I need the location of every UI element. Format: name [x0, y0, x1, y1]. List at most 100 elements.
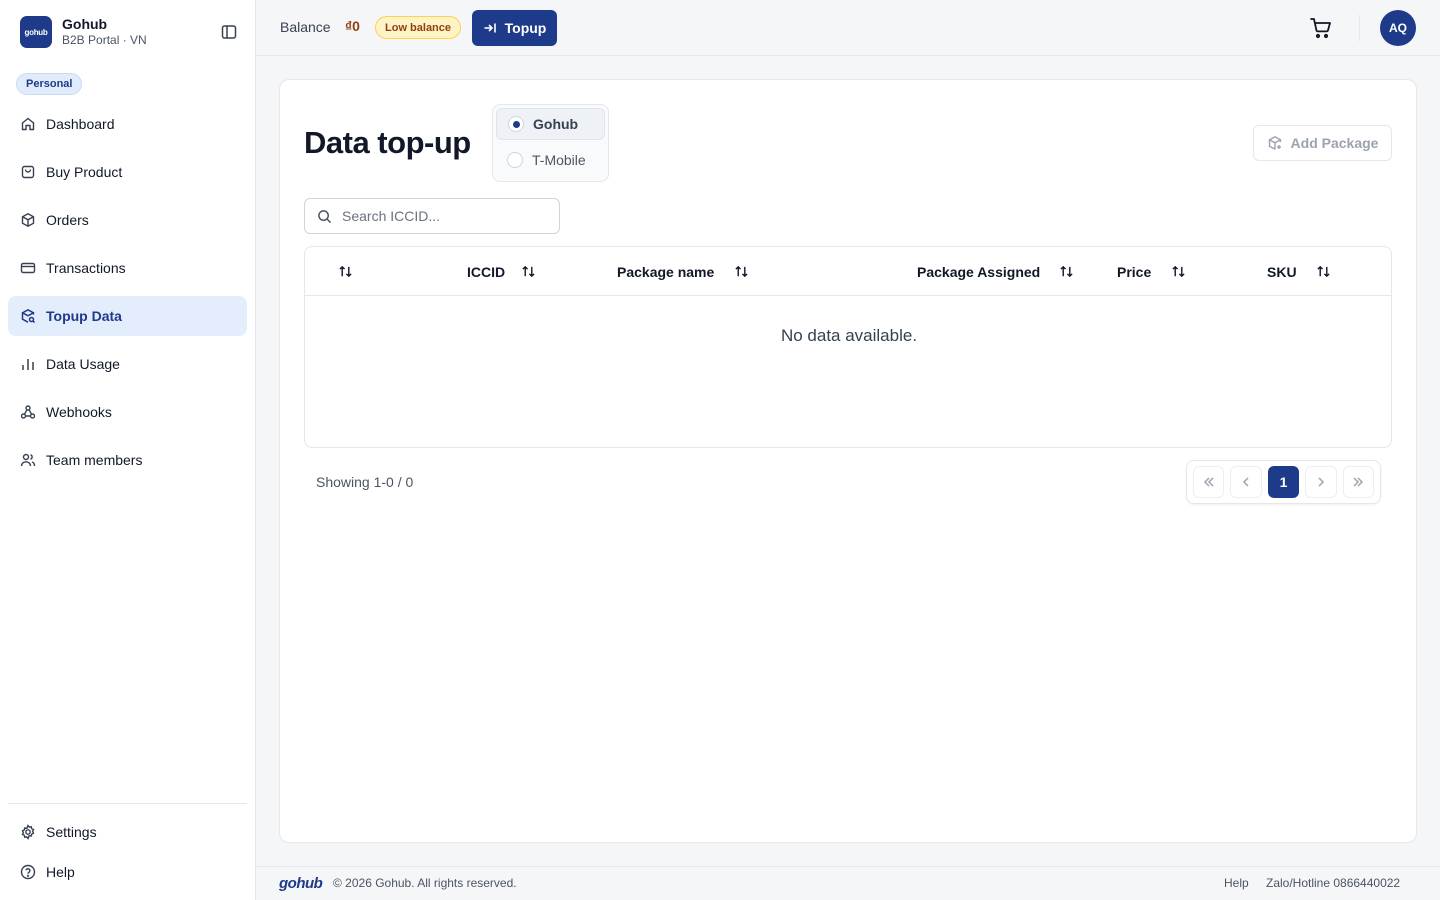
- sidebar-item-buy-product[interactable]: Buy Product: [8, 152, 247, 192]
- column-header-label: Package name: [617, 263, 715, 280]
- column-header-select: [336, 247, 354, 296]
- balance-amount: ₫0: [345, 18, 360, 34]
- sidebar-item-orders[interactable]: Orders: [8, 200, 247, 240]
- sidebar-item-topup-data[interactable]: Topup Data: [8, 296, 247, 336]
- column-header-label: ICCID: [467, 263, 506, 280]
- low-balance-badge: Low balance: [375, 16, 462, 39]
- provider-radio-group: Gohub T-Mobile: [492, 104, 609, 182]
- sidebar-item-dashboard[interactable]: Dashboard: [8, 104, 247, 144]
- page-title: Data top-up: [304, 125, 471, 160]
- pagination: 1: [1186, 460, 1381, 504]
- column-header-sku: SKU: [1267, 247, 1333, 296]
- sort-icon[interactable]: [732, 263, 750, 281]
- avatar[interactable]: AQ: [1380, 10, 1416, 46]
- search-input[interactable]: [342, 208, 542, 224]
- radio-button: [508, 116, 524, 132]
- column-header-label: Package Assigned: [917, 263, 1041, 280]
- sidebar: gohub Gohub B2B Portal · VN Personal Das…: [0, 0, 256, 900]
- column-header-price: Price: [1117, 247, 1187, 296]
- brand-logo: gohub: [20, 16, 52, 48]
- sort-icon[interactable]: [1315, 263, 1333, 281]
- column-header-label: Price: [1117, 263, 1152, 280]
- sidebar-toggle-icon[interactable]: [218, 21, 240, 43]
- sidebar-item-data-usage[interactable]: Data Usage: [8, 344, 247, 384]
- table-header: ICCID Package name Package Assigned Pric…: [305, 247, 1391, 296]
- sort-icon[interactable]: [1169, 263, 1187, 281]
- provider-option-label: Gohub: [533, 116, 579, 132]
- gear-icon: [20, 824, 36, 840]
- sort-icon[interactable]: [519, 263, 537, 281]
- radio-button: [507, 152, 523, 168]
- sidebar-item-label: Team members: [46, 452, 143, 468]
- shopping-bag-icon: [20, 164, 36, 180]
- sidebar-item-label: Data Usage: [46, 356, 120, 372]
- brand-name: Gohub: [62, 16, 108, 32]
- brand[interactable]: gohub Gohub B2B Portal · VN: [20, 16, 147, 48]
- sidebar-item-label: Settings: [46, 824, 97, 840]
- sidebar-item-label: Dashboard: [46, 116, 115, 132]
- topbar-divider: [1359, 15, 1360, 41]
- bar-chart-icon: [20, 356, 36, 372]
- column-header-label: SKU: [1267, 263, 1297, 280]
- previous-page-button[interactable]: [1230, 466, 1262, 498]
- search-field[interactable]: [304, 198, 560, 234]
- sidebar-item-team-members[interactable]: Team members: [8, 440, 247, 480]
- next-page-button[interactable]: [1305, 466, 1337, 498]
- footer-help-link[interactable]: Help: [1224, 876, 1249, 890]
- main-card: Data top-up Gohub T-Mobile Add Package I…: [279, 79, 1417, 843]
- help-circle-icon: [20, 864, 36, 880]
- sidebar-nav: Dashboard Buy Product Orders Transaction…: [8, 104, 247, 488]
- chevron-left-icon: [1243, 477, 1249, 487]
- footer-hotline: Zalo/Hotline 0866440022: [1266, 876, 1401, 890]
- topup-button[interactable]: Topup: [472, 10, 557, 46]
- page-button-current[interactable]: 1: [1267, 466, 1300, 498]
- sort-icon[interactable]: [1057, 263, 1075, 281]
- sidebar-item-transactions[interactable]: Transactions: [8, 248, 247, 288]
- sidebar-item-settings[interactable]: Settings: [8, 812, 247, 852]
- package-icon: [20, 212, 36, 228]
- provider-option-gohub[interactable]: Gohub: [496, 108, 605, 140]
- brand-text: Gohub B2B Portal · VN: [62, 16, 147, 48]
- users-icon: [20, 452, 36, 468]
- copyright: © 2026 Gohub. All rights reserved.: [333, 876, 517, 890]
- last-page-button[interactable]: [1342, 466, 1375, 498]
- column-header-package-name: Package name: [617, 247, 750, 296]
- chevrons-left-icon: [1203, 477, 1214, 487]
- sidebar-bottom-nav: Settings Help: [8, 812, 247, 892]
- sidebar-item-label: Buy Product: [46, 164, 123, 180]
- pagination-summary: Showing 1-0 / 0: [316, 474, 414, 490]
- add-package-button[interactable]: Add Package: [1253, 125, 1392, 161]
- webhook-icon: [20, 404, 36, 420]
- sidebar-item-label: Orders: [46, 212, 89, 228]
- table-empty-message: No data available.: [780, 326, 918, 345]
- sort-icon[interactable]: [336, 263, 354, 281]
- home-icon: [20, 116, 36, 132]
- topbar: Balance ₫0 Low balance Topup AQ: [256, 0, 1440, 56]
- data-table: ICCID Package name Package Assigned Pric…: [304, 246, 1392, 448]
- balance-label: Balance: [280, 19, 331, 35]
- topup-button-label: Topup: [504, 20, 547, 36]
- package-plus-icon: [1268, 136, 1281, 150]
- footer: gohub © 2026 Gohub. All rights reserved.…: [256, 866, 1440, 900]
- credit-card-icon: [20, 260, 36, 276]
- footer-logo: gohub: [279, 875, 323, 892]
- package-search-icon: [20, 308, 36, 324]
- sidebar-divider: [8, 803, 247, 804]
- add-package-label: Add Package: [1290, 135, 1379, 151]
- cart-icon[interactable]: [1308, 15, 1334, 41]
- sidebar-item-label: Transactions: [46, 260, 126, 276]
- sidebar-item-label: Help: [46, 864, 75, 880]
- sidebar-item-label: Topup Data: [46, 308, 122, 324]
- chevrons-right-icon: [1353, 477, 1364, 487]
- sidebar-item-webhooks[interactable]: Webhooks: [8, 392, 247, 432]
- sidebar-item-label: Webhooks: [46, 404, 112, 420]
- sidebar-item-help[interactable]: Help: [8, 852, 247, 892]
- brand-subtitle: B2B Portal · VN: [62, 33, 147, 47]
- provider-option-t-mobile[interactable]: T-Mobile: [496, 144, 605, 176]
- column-header-package-assigned: Package Assigned: [917, 247, 1075, 296]
- first-page-button[interactable]: [1193, 466, 1225, 498]
- search-icon: [318, 209, 332, 223]
- chevron-right-icon: [1318, 477, 1324, 487]
- column-header-iccid: ICCID: [467, 247, 537, 296]
- workspace-badge[interactable]: Personal: [16, 73, 83, 95]
